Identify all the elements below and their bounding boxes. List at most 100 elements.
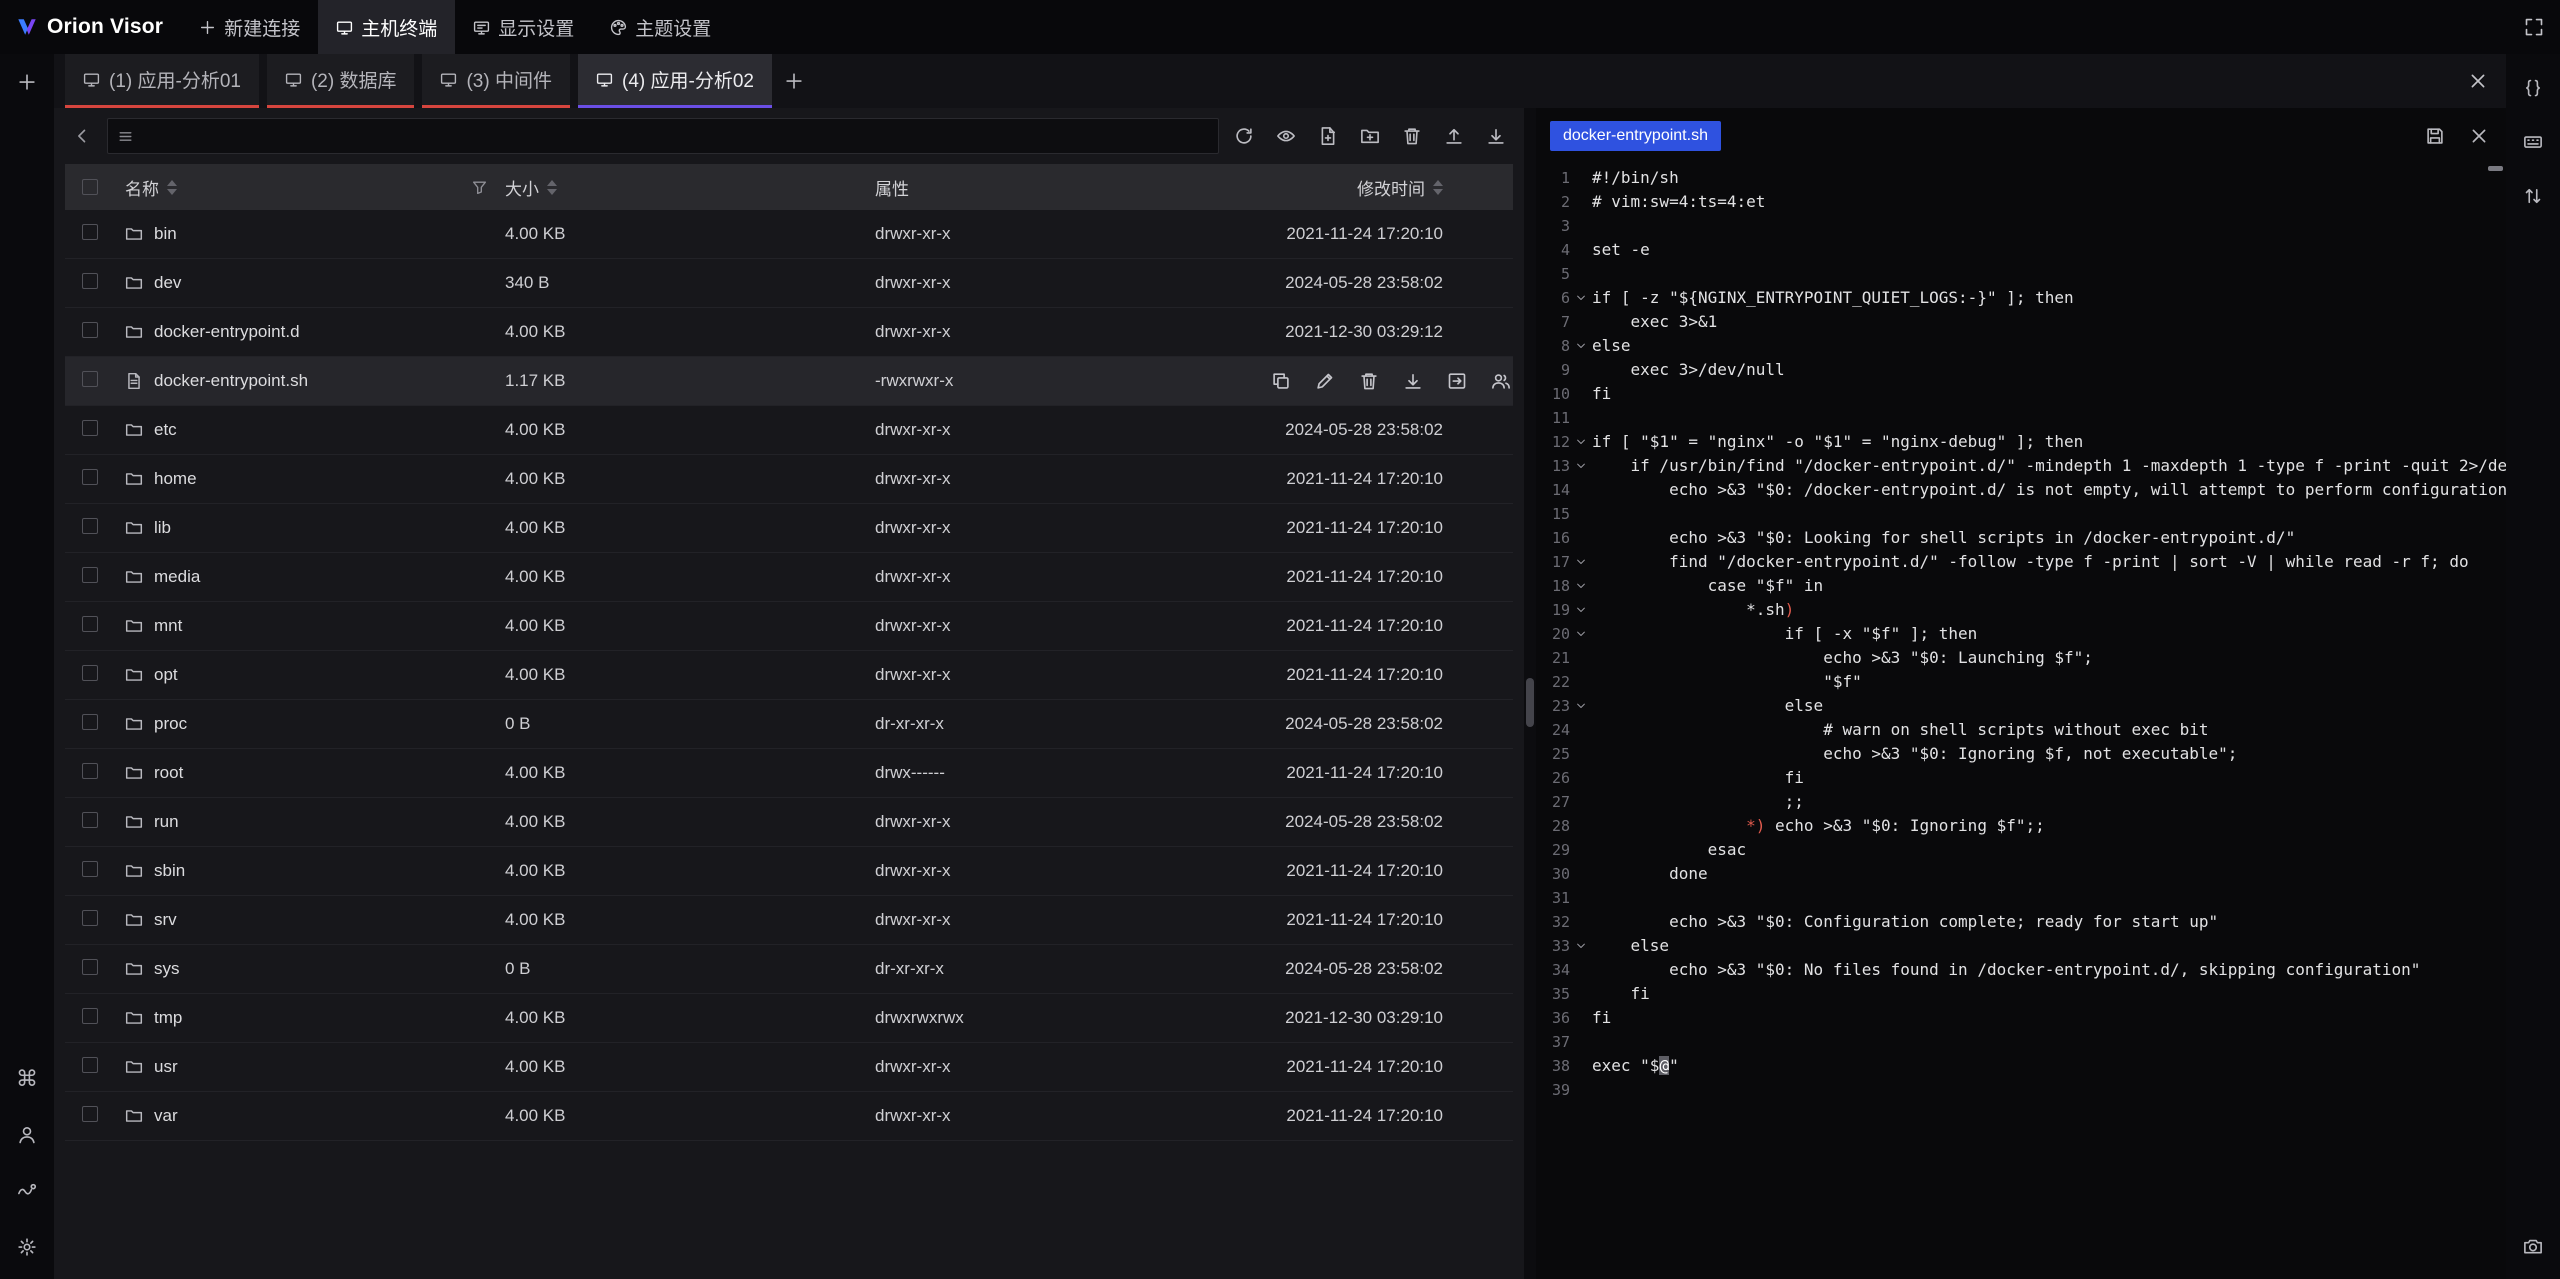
table-row[interactable]: run4.00 KBdrwxr-xr-x2024-05-28 23:58:02 bbox=[65, 798, 1513, 847]
fold-toggle[interactable] bbox=[1570, 604, 1592, 616]
table-row[interactable]: sys0 Bdr-xr-xr-x2024-05-28 23:58:02 bbox=[65, 945, 1513, 994]
proxy-button[interactable] bbox=[9, 1173, 45, 1209]
code-line: 19 *.sh) bbox=[1536, 598, 2506, 622]
row-checkbox[interactable] bbox=[82, 910, 98, 926]
delete-button[interactable] bbox=[1395, 119, 1429, 153]
column-header-name[interactable]: 名称 bbox=[111, 175, 501, 200]
refresh-button[interactable] bbox=[1227, 119, 1261, 153]
table-row[interactable]: proc0 Bdr-xr-xr-x2024-05-28 23:58:02 bbox=[65, 700, 1513, 749]
close-panel-button[interactable] bbox=[2450, 54, 2506, 108]
row-checkbox[interactable] bbox=[82, 567, 98, 583]
row-checkbox[interactable] bbox=[82, 273, 98, 289]
row-checkbox[interactable] bbox=[82, 763, 98, 779]
back-button[interactable] bbox=[65, 119, 99, 153]
save-button[interactable] bbox=[2422, 123, 2448, 149]
table-row[interactable]: docker-entrypoint.d4.00 KBdrwxr-xr-x2021… bbox=[65, 308, 1513, 357]
line-number: 17 bbox=[1536, 550, 1570, 574]
nav-item-1[interactable]: 主机终端 bbox=[318, 0, 455, 54]
row-delete-button[interactable] bbox=[1359, 371, 1379, 391]
code-area[interactable]: 1#!/bin/sh2# vim:sw=4:ts=4:et34set -e56i… bbox=[1536, 164, 2506, 1279]
nav-item-3[interactable]: 主题设置 bbox=[592, 0, 729, 54]
row-checkbox[interactable] bbox=[82, 959, 98, 975]
close-editor-button[interactable] bbox=[2466, 123, 2492, 149]
table-row[interactable]: usr4.00 KBdrwxr-xr-x2021-11-24 17:20:10 bbox=[65, 1043, 1513, 1092]
transfer-button[interactable] bbox=[2515, 178, 2551, 214]
new-file-button[interactable] bbox=[1311, 119, 1345, 153]
fold-toggle[interactable] bbox=[1570, 556, 1592, 568]
table-row[interactable]: home4.00 KBdrwxr-xr-x2021-11-24 17:20:10 bbox=[65, 455, 1513, 504]
download-button[interactable] bbox=[1479, 119, 1513, 153]
table-row[interactable]: media4.00 KBdrwxr-xr-x2021-11-24 17:20:1… bbox=[65, 553, 1513, 602]
fold-toggle[interactable] bbox=[1570, 628, 1592, 640]
table-row[interactable]: var4.00 KBdrwxr-xr-x2021-11-24 17:20:10 bbox=[65, 1092, 1513, 1141]
row-checkbox[interactable] bbox=[82, 420, 98, 436]
panel-divider[interactable] bbox=[1524, 108, 1536, 1279]
column-header-time[interactable]: 修改时间 bbox=[1271, 175, 1513, 200]
fold-toggle[interactable] bbox=[1570, 940, 1592, 952]
divider-handle[interactable] bbox=[1526, 678, 1534, 727]
fold-toggle[interactable] bbox=[1570, 460, 1592, 472]
snippets-button[interactable] bbox=[2515, 70, 2551, 106]
path-input[interactable] bbox=[142, 126, 1209, 146]
sort-carets-icon bbox=[547, 180, 557, 195]
fold-toggle[interactable] bbox=[1570, 700, 1592, 712]
editor-scrollbar-thumb[interactable] bbox=[2488, 166, 2503, 171]
settings-button[interactable] bbox=[9, 1229, 45, 1265]
row-checkbox[interactable] bbox=[82, 322, 98, 338]
row-checkbox[interactable] bbox=[82, 371, 98, 387]
fold-toggle[interactable] bbox=[1570, 580, 1592, 592]
preview-button[interactable] bbox=[1269, 119, 1303, 153]
table-row[interactable]: mnt4.00 KBdrwxr-xr-x2021-11-24 17:20:10 bbox=[65, 602, 1513, 651]
row-checkbox[interactable] bbox=[82, 861, 98, 877]
screenshot-button[interactable] bbox=[2515, 1229, 2551, 1265]
row-edit-button[interactable] bbox=[1315, 371, 1335, 391]
table-row[interactable]: docker-entrypoint.sh1.17 KB-rwxrwxr-x bbox=[65, 357, 1513, 406]
row-checkbox[interactable] bbox=[82, 1057, 98, 1073]
terminal-tab-0[interactable]: (1) 应用-分析01 bbox=[65, 54, 259, 108]
table-row[interactable]: root4.00 KBdrwx------2021-11-24 17:20:10 bbox=[65, 749, 1513, 798]
row-checkbox[interactable] bbox=[82, 1008, 98, 1024]
column-header-size[interactable]: 大小 bbox=[501, 175, 871, 200]
user-button[interactable] bbox=[9, 1117, 45, 1153]
terminal-tab-3[interactable]: (4) 应用-分析02 bbox=[578, 54, 772, 108]
row-permission-button[interactable] bbox=[1491, 371, 1511, 391]
keyboard-button[interactable] bbox=[2515, 124, 2551, 160]
row-copy-button[interactable] bbox=[1271, 371, 1291, 391]
table-row[interactable]: opt4.00 KBdrwxr-xr-x2021-11-24 17:20:10 bbox=[65, 651, 1513, 700]
shortcut-button[interactable]: ⌘ bbox=[9, 1061, 45, 1097]
fold-toggle[interactable] bbox=[1570, 436, 1592, 448]
row-checkbox[interactable] bbox=[82, 1106, 98, 1122]
table-row[interactable]: bin4.00 KBdrwxr-xr-x2021-11-24 17:20:10 bbox=[65, 210, 1513, 259]
nav-item-0[interactable]: 新建连接 bbox=[181, 0, 318, 54]
select-all-checkbox[interactable] bbox=[82, 179, 98, 195]
table-row[interactable]: sbin4.00 KBdrwxr-xr-x2021-11-24 17:20:10 bbox=[65, 847, 1513, 896]
fold-toggle[interactable] bbox=[1570, 292, 1592, 304]
row-checkbox[interactable] bbox=[82, 616, 98, 632]
add-tab-button[interactable] bbox=[772, 54, 816, 108]
row-download-button[interactable] bbox=[1403, 371, 1423, 391]
new-connection-button[interactable] bbox=[9, 64, 45, 100]
filter-button[interactable] bbox=[467, 175, 491, 199]
row-checkbox[interactable] bbox=[82, 812, 98, 828]
table-row[interactable]: dev340 Bdrwxr-xr-x2024-05-28 23:58:02 bbox=[65, 259, 1513, 308]
row-move-button[interactable] bbox=[1447, 371, 1467, 391]
table-row[interactable]: srv4.00 KBdrwxr-xr-x2021-11-24 17:20:10 bbox=[65, 896, 1513, 945]
editor-file-tab[interactable]: docker-entrypoint.sh bbox=[1550, 121, 1721, 151]
upload-button[interactable] bbox=[1437, 119, 1471, 153]
row-checkbox[interactable] bbox=[82, 518, 98, 534]
row-checkbox[interactable] bbox=[82, 469, 98, 485]
fullscreen-button[interactable] bbox=[2508, 0, 2560, 54]
new-folder-button[interactable] bbox=[1353, 119, 1387, 153]
row-checkbox[interactable] bbox=[82, 714, 98, 730]
row-checkbox[interactable] bbox=[82, 665, 98, 681]
table-row[interactable]: tmp4.00 KBdrwxrwxrwx2021-12-30 03:29:10 bbox=[65, 994, 1513, 1043]
fold-toggle[interactable] bbox=[1570, 340, 1592, 352]
table-row[interactable]: lib4.00 KBdrwxr-xr-x2021-11-24 17:20:10 bbox=[65, 504, 1513, 553]
brand[interactable]: Orion Visor bbox=[0, 0, 181, 54]
terminal-tab-2[interactable]: (3) 中间件 bbox=[422, 54, 570, 108]
file-toolbar bbox=[65, 108, 1513, 164]
nav-item-2[interactable]: 显示设置 bbox=[455, 0, 592, 54]
table-row[interactable]: etc4.00 KBdrwxr-xr-x2024-05-28 23:58:02 bbox=[65, 406, 1513, 455]
row-checkbox[interactable] bbox=[82, 224, 98, 240]
terminal-tab-1[interactable]: (2) 数据库 bbox=[267, 54, 415, 108]
